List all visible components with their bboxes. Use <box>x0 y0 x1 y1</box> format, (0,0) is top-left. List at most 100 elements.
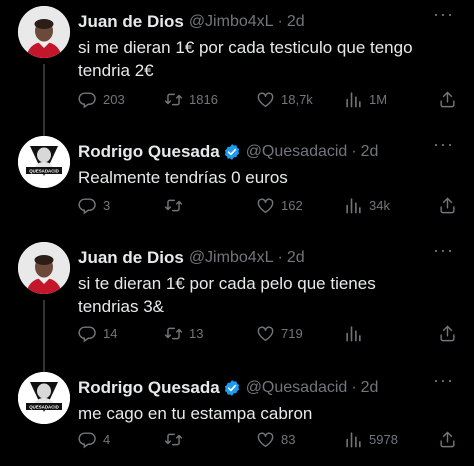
separator-dot: · <box>351 143 357 160</box>
tweet-actions: 14 13 719 <box>78 324 454 346</box>
tweet-actions: 4 83 5978 <box>78 430 454 452</box>
views-count: 34k <box>369 198 390 213</box>
tweet-header: Rodrigo Quesada @Quesadacid · 2d <box>78 142 454 162</box>
share-button[interactable] <box>438 90 463 109</box>
avatar-logo-text: QUESADACID <box>29 169 59 174</box>
avatar-logo-text: QUESADACID <box>29 405 59 410</box>
views-icon <box>344 196 363 215</box>
reply-icon <box>78 196 97 215</box>
author-handle[interactable]: @Quesadacid <box>246 378 348 398</box>
more-options-icon[interactable]: ··· <box>433 370 454 391</box>
like-button[interactable]: 162 <box>256 196 303 215</box>
like-count: 83 <box>281 432 296 447</box>
rt-icon <box>164 324 183 343</box>
timestamp[interactable]: 2d <box>287 12 305 32</box>
like-icon <box>256 196 275 215</box>
tweet-header: Rodrigo Quesada @Quesadacid · 2d <box>78 378 454 398</box>
tweet-text-line: Realmente tendrías 0 euros <box>78 168 288 187</box>
like-count: 18,7k <box>281 92 313 107</box>
like-icon <box>256 430 275 449</box>
tweet-text: si me dieran 1€ por cada testiculo que t… <box>78 36 454 82</box>
views-icon <box>344 324 363 343</box>
like-button[interactable]: 719 <box>256 324 303 343</box>
tweet-text: Realmente tendrías 0 euros <box>78 166 454 189</box>
views-icon <box>344 90 363 109</box>
like-count: 719 <box>281 326 303 341</box>
more-options-icon[interactable]: ··· <box>433 4 454 25</box>
views-button[interactable]: 5978 <box>344 430 398 449</box>
tweet-text-line: tendrias 3& <box>78 297 164 316</box>
timestamp[interactable]: 2d <box>361 142 379 162</box>
share-button[interactable] <box>438 196 463 215</box>
like-count: 162 <box>281 198 303 213</box>
views-button[interactable]: 1M <box>344 90 387 109</box>
reply-button[interactable]: 14 <box>78 324 117 343</box>
thread-connector-line <box>43 64 45 140</box>
like-button[interactable]: 18,7k <box>256 90 313 109</box>
timestamp[interactable]: 2d <box>361 378 379 398</box>
like-icon <box>256 90 275 109</box>
reply-button[interactable]: 4 <box>78 430 110 449</box>
avatar[interactable] <box>18 242 70 294</box>
tweet-text: me cago en tu estampa cabron <box>78 402 454 425</box>
author-handle[interactable]: @Quesadacid <box>246 142 348 162</box>
author-name[interactable]: Rodrigo Quesada <box>78 378 220 398</box>
reply-count: 4 <box>103 432 111 447</box>
tweet-header: Juan de Dios @Jimbo4xL · 2d <box>78 248 454 268</box>
share-button[interactable] <box>438 324 463 343</box>
like-button[interactable]: 83 <box>256 430 295 449</box>
retweet-button[interactable] <box>164 196 189 215</box>
share-button[interactable] <box>438 430 463 449</box>
author-handle[interactable]: @Jimbo4xL <box>189 12 274 32</box>
share-icon <box>438 90 457 109</box>
retweet-button[interactable]: 13 <box>164 324 203 343</box>
tweet-actions: 203 1816 18,7k 1M <box>78 90 454 112</box>
views-button[interactable]: 34k <box>344 196 390 215</box>
reply-count: 203 <box>103 92 125 107</box>
reply-icon <box>78 324 97 343</box>
share-icon <box>438 430 457 449</box>
reply-button[interactable]: 203 <box>78 90 125 109</box>
tweet-content: Juan de Dios @Jimbo4xL · 2d ··· si me dieran … <box>78 4 454 82</box>
separator-dot: · <box>351 379 357 396</box>
retweet-button[interactable]: 1816 <box>164 90 218 109</box>
tweet-content: Rodrigo Quesada @Quesadacid · 2d ··· Realment… <box>78 134 454 189</box>
tweet-content: Juan de Dios @Jimbo4xL · 2d ··· si te dieran … <box>78 240 454 318</box>
author-name[interactable]: Rodrigo Quesada <box>78 142 220 162</box>
author-handle[interactable]: @Jimbo4xL <box>189 248 274 268</box>
separator-dot: · <box>277 249 283 266</box>
tweet-actions: 3 162 34k <box>78 196 454 218</box>
avatar[interactable]: QUESADACID <box>18 372 70 424</box>
rt-icon <box>164 196 183 215</box>
tweet-header: Juan de Dios @Jimbo4xL · 2d <box>78 12 454 32</box>
verified-badge-icon <box>223 143 241 161</box>
tweet-text-line: si te dieran 1€ por cada pelo que tienes <box>78 274 376 293</box>
reply-count: 3 <box>103 198 111 213</box>
retweet-count: 1816 <box>189 92 218 107</box>
views-count: 5978 <box>369 432 398 447</box>
reply-button[interactable]: 3 <box>78 196 110 215</box>
tweet-text-line: tendria 2€ <box>78 61 154 80</box>
reply-count: 14 <box>103 326 118 341</box>
reply-icon <box>78 90 97 109</box>
more-options-icon[interactable]: ··· <box>433 134 454 155</box>
views-button[interactable] <box>344 324 369 343</box>
timestamp[interactable]: 2d <box>287 248 305 268</box>
share-icon <box>438 324 457 343</box>
views-icon <box>344 430 363 449</box>
reply-icon <box>78 430 97 449</box>
separator-dot: · <box>277 13 283 30</box>
avatar[interactable] <box>18 6 70 58</box>
author-name[interactable]: Juan de Dios <box>78 248 184 268</box>
retweet-button[interactable] <box>164 430 189 449</box>
rt-icon <box>164 430 183 449</box>
tweet-text-line: me cago en tu estampa cabron <box>78 404 313 423</box>
views-count: 1M <box>369 92 388 107</box>
tweet-text: si te dieran 1€ por cada pelo que tienes… <box>78 272 454 318</box>
avatar[interactable]: QUESADACID <box>18 136 70 188</box>
share-icon <box>438 196 457 215</box>
verified-badge-icon <box>223 379 241 397</box>
author-name[interactable]: Juan de Dios <box>78 12 184 32</box>
more-options-icon[interactable]: ··· <box>433 240 454 261</box>
like-icon <box>256 324 275 343</box>
